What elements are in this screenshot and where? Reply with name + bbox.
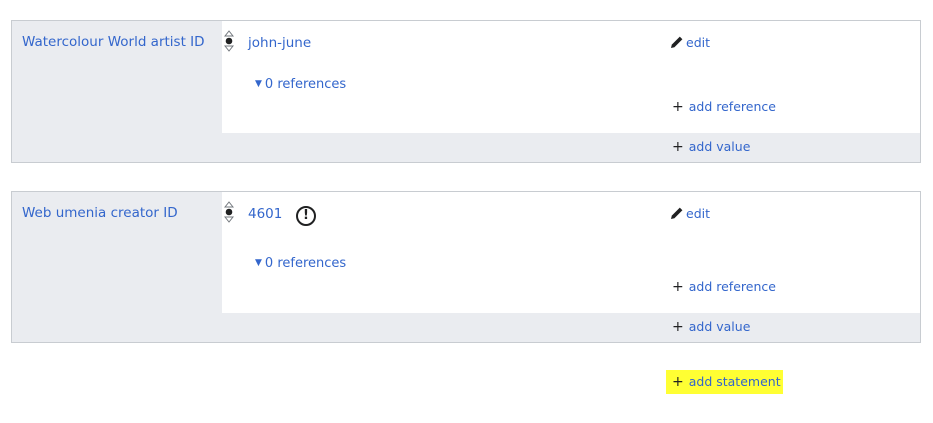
- rank-selector-icon[interactable]: [223, 201, 235, 223]
- pencil-icon: [670, 206, 684, 222]
- add-reference-label: add reference: [688, 99, 776, 114]
- plus-icon: +: [672, 279, 684, 295]
- property-label[interactable]: Watercolour World artist ID: [22, 34, 205, 50]
- statement-value[interactable]: 4601: [248, 206, 282, 222]
- plus-icon: +: [672, 319, 684, 335]
- add-value-button[interactable]: + add value: [672, 319, 750, 335]
- references-label: 0 references: [264, 256, 347, 271]
- add-value-label: add value: [688, 319, 751, 334]
- statement: 4601 ! edit ▼ 0 references + add reference: [222, 192, 920, 313]
- pencil-icon: [670, 35, 684, 51]
- exclamation-circle-icon[interactable]: !: [296, 206, 316, 226]
- add-statement-label: add statement: [688, 374, 781, 389]
- statement: john-june edit ▼ 0 references + add refere…: [222, 21, 920, 133]
- plus-icon: +: [672, 99, 684, 115]
- edit-label: edit: [686, 206, 710, 221]
- add-value-button[interactable]: + add value: [672, 139, 750, 155]
- references-toggle[interactable]: ▼ 0 references: [255, 77, 346, 92]
- caret-down-icon: ▼: [255, 79, 262, 89]
- edit-button[interactable]: edit: [670, 206, 710, 222]
- add-statement-button[interactable]: + add statement: [666, 370, 783, 394]
- statement-group-watercolour-world: Watercolour World artist ID john-june ed…: [11, 20, 921, 163]
- add-value-label: add value: [688, 139, 751, 154]
- plus-icon: +: [672, 374, 684, 390]
- statement-group-web-umenia: Web umenia creator ID 4601 ! edit ▼ 0 ref…: [11, 191, 921, 343]
- references-toggle[interactable]: ▼ 0 references: [255, 256, 346, 271]
- statement-value[interactable]: john-june: [248, 35, 311, 51]
- references-label: 0 references: [264, 77, 347, 92]
- edit-label: edit: [686, 35, 710, 50]
- edit-button[interactable]: edit: [670, 35, 710, 51]
- rank-selector-icon[interactable]: [223, 30, 235, 52]
- add-reference-button[interactable]: + add reference: [672, 99, 776, 115]
- plus-icon: +: [672, 139, 684, 155]
- property-label[interactable]: Web umenia creator ID: [22, 205, 178, 221]
- caret-down-icon: ▼: [255, 258, 262, 268]
- add-reference-button[interactable]: + add reference: [672, 279, 776, 295]
- add-reference-label: add reference: [688, 279, 776, 294]
